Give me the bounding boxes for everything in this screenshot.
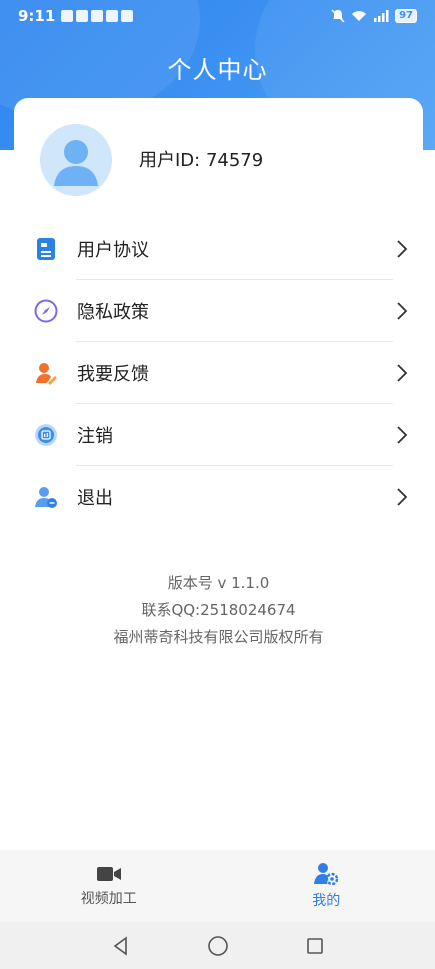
logout-icon xyxy=(34,485,58,509)
profile-card: 用户ID: 74579 用户协议 隐私政策 我要反馈 注销 退出 版本号 v 1… xyxy=(14,98,423,858)
app-info: 版本号 v 1.1.0 联系QQ:2518024674 福州蒂奇科技有限公司版权… xyxy=(14,570,423,651)
menu-item-logout[interactable]: 退出 xyxy=(14,466,423,528)
bottom-tab-bar: 视频加工 我的 xyxy=(0,850,435,922)
app-notification-icon xyxy=(106,10,119,22)
menu-item-feedback[interactable]: 我要反馈 xyxy=(14,342,423,404)
version-text: 版本号 v 1.1.0 xyxy=(167,574,270,592)
avatar[interactable] xyxy=(40,124,112,196)
status-indicators: 97 xyxy=(331,9,417,23)
menu-item-label: 我要反馈 xyxy=(77,364,149,385)
cancel-account-icon xyxy=(34,423,58,447)
back-triangle-icon[interactable] xyxy=(111,935,131,956)
menu-item-user-agreement[interactable]: 用户协议 xyxy=(14,218,423,280)
app-notification-icon xyxy=(91,10,104,22)
menu-item-label: 退出 xyxy=(77,488,113,509)
user-avatar-icon xyxy=(54,140,98,186)
chevron-right-icon xyxy=(397,488,408,506)
chevron-right-icon xyxy=(397,240,408,258)
mute-icon xyxy=(331,9,345,23)
tab-label: 视频加工 xyxy=(80,891,137,907)
app-notification-icon xyxy=(121,10,134,22)
document-icon xyxy=(34,237,58,261)
system-navigation-bar xyxy=(0,922,435,969)
user-id-text: 用户ID: 74579 xyxy=(139,150,264,171)
video-camera-icon xyxy=(96,867,121,881)
recents-square-icon[interactable] xyxy=(305,936,325,956)
chevron-right-icon xyxy=(397,364,408,382)
status-time: 9:11 xyxy=(18,7,56,25)
app-notification-icon xyxy=(61,10,74,22)
menu-item-label: 用户协议 xyxy=(77,240,149,261)
copyright-text: 福州蒂奇科技有限公司版权所有 xyxy=(113,628,324,646)
settings-menu: 用户协议 隐私政策 我要反馈 注销 退出 xyxy=(14,218,423,528)
page-title: 个人中心 xyxy=(167,56,268,84)
menu-item-label: 隐私政策 xyxy=(77,302,149,323)
compass-icon xyxy=(34,299,58,323)
notification-icons xyxy=(61,10,134,22)
menu-item-label: 注销 xyxy=(77,426,113,447)
chevron-right-icon xyxy=(397,426,408,444)
status-bar: 9:11 97 xyxy=(0,0,435,32)
menu-item-privacy-policy[interactable]: 隐私政策 xyxy=(14,280,423,342)
home-circle-icon[interactable] xyxy=(207,935,229,957)
wifi-icon xyxy=(352,11,367,21)
menu-item-cancel-account[interactable]: 注销 xyxy=(14,404,423,466)
tab-mine[interactable]: 我的 xyxy=(218,850,435,922)
tab-label: 我的 xyxy=(312,893,341,909)
tab-video-processing[interactable]: 视频加工 xyxy=(0,850,218,922)
chevron-right-icon xyxy=(397,302,408,320)
app-notification-icon xyxy=(76,10,89,22)
user-settings-icon xyxy=(314,863,339,886)
signal-icon xyxy=(374,10,389,22)
contact-text: 联系QQ:2518024674 xyxy=(141,601,296,619)
feedback-icon xyxy=(34,361,58,385)
battery-indicator: 97 xyxy=(395,9,417,23)
